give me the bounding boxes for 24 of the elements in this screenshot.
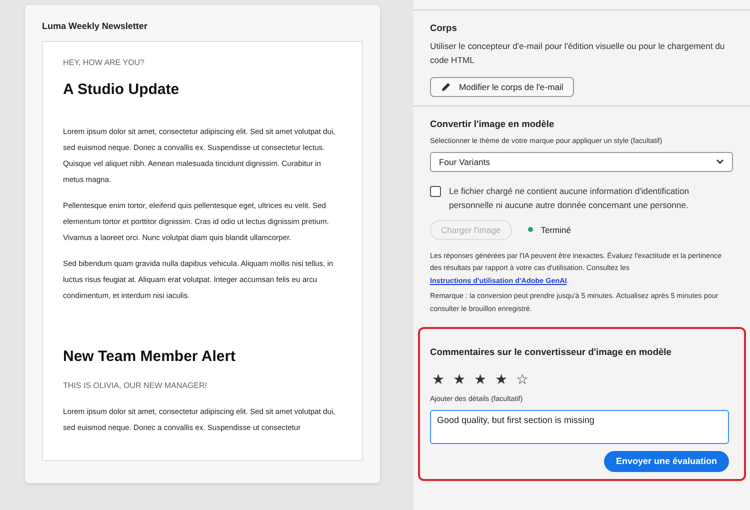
checkbox[interactable] [430, 186, 441, 196]
pencil-icon [441, 82, 451, 92]
star-icon[interactable]: ★ [453, 371, 466, 387]
edit-body-button[interactable]: Modifier le corps de l'e-mail [430, 77, 574, 97]
theme-dropdown[interactable]: Four Variants [430, 152, 733, 172]
feedback-title: Commentaires sur le convertisseur d'image en modèle [430, 347, 672, 357]
star-icon[interactable]: ★ [474, 371, 487, 387]
star-icon[interactable]: ★ [495, 371, 508, 387]
email-subheading: HEY, HOW ARE YOU? [63, 58, 146, 67]
star-icon[interactable]: ☆ [516, 371, 529, 387]
email-heading: New Team Member Alert [63, 348, 237, 365]
chevron-down-icon [716, 159, 724, 164]
preview-title: Luma Weekly Newsletter [42, 21, 148, 31]
status-label: Terminé [540, 224, 571, 234]
details-field[interactable]: Good quality, but first section is missing [430, 410, 729, 444]
email-subheading: THIS IS OLIVIA, OUR NEW MANAGER! [63, 381, 208, 390]
section-description: Utiliser le concepteur d'e-mail pour l'édition visuelle ou pour le chargement du code HTML [430, 40, 726, 67]
section-title: Corps [430, 23, 458, 33]
email-heading: A Studio Update [63, 81, 180, 98]
section-title: Convertir l'image en modèle [430, 119, 556, 129]
checkbox-label: Le fichier chargé ne contient aucune information d'identification personnelle ni aucune autre donnée concernant une personne. [449, 184, 690, 212]
submit-button[interactable]: Envoyer une évaluation [604, 450, 729, 472]
star-icon[interactable]: ★ [432, 371, 445, 387]
star-rating[interactable]: ★ ★ ★ ★ ☆ [432, 371, 729, 387]
